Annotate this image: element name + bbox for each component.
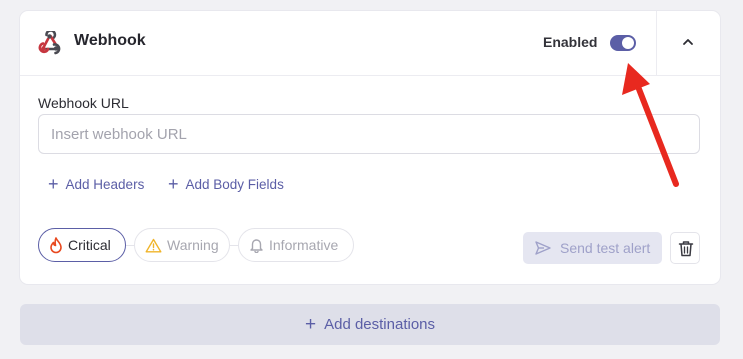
collapse-button[interactable] xyxy=(657,11,720,75)
plus-icon: + xyxy=(304,313,317,335)
chip-connector xyxy=(126,245,134,246)
severity-label: Informative xyxy=(269,237,339,253)
enabled-toggle[interactable] xyxy=(610,35,636,51)
chip-connector xyxy=(230,245,238,246)
add-headers-label: Add Headers xyxy=(65,176,145,192)
add-destinations-button[interactable]: + Add destinations xyxy=(20,304,720,345)
add-body-fields-button[interactable]: + Add Body Fields xyxy=(168,174,284,194)
flame-icon xyxy=(50,236,62,253)
send-icon xyxy=(535,241,551,255)
severity-label: Warning xyxy=(167,237,219,253)
delete-button[interactable] xyxy=(670,232,700,264)
severity-label: Critical xyxy=(68,237,111,253)
webhook-url-input[interactable] xyxy=(38,114,700,154)
webhook-icon xyxy=(38,31,61,55)
severity-chip-warning[interactable]: Warning xyxy=(134,228,230,262)
bell-icon xyxy=(250,239,263,253)
add-body-fields-label: Add Body Fields xyxy=(185,176,284,192)
severity-chip-informative[interactable]: Informative xyxy=(238,228,354,262)
trash-icon xyxy=(678,241,694,257)
plus-icon: + xyxy=(48,174,59,194)
warning-triangle-icon xyxy=(145,238,162,252)
plus-icon: + xyxy=(168,174,179,194)
chevron-up-icon xyxy=(683,39,693,45)
add-destinations-label: Add destinations xyxy=(324,316,436,333)
enabled-label: Enabled xyxy=(543,34,598,50)
card-title: Webhook xyxy=(74,32,146,49)
add-headers-button[interactable]: + Add Headers xyxy=(48,174,144,194)
webhook-destination-card: Webhook Enabled Webhook URL + Add Header… xyxy=(20,11,720,284)
webhook-url-label: Webhook URL xyxy=(38,95,129,111)
severity-chip-critical[interactable]: Critical xyxy=(38,228,126,262)
toggle-knob xyxy=(622,37,634,49)
card-header: Webhook Enabled xyxy=(20,11,720,76)
send-test-alert-label: Send test alert xyxy=(560,240,651,256)
send-test-alert-button[interactable]: Send test alert xyxy=(523,232,662,264)
